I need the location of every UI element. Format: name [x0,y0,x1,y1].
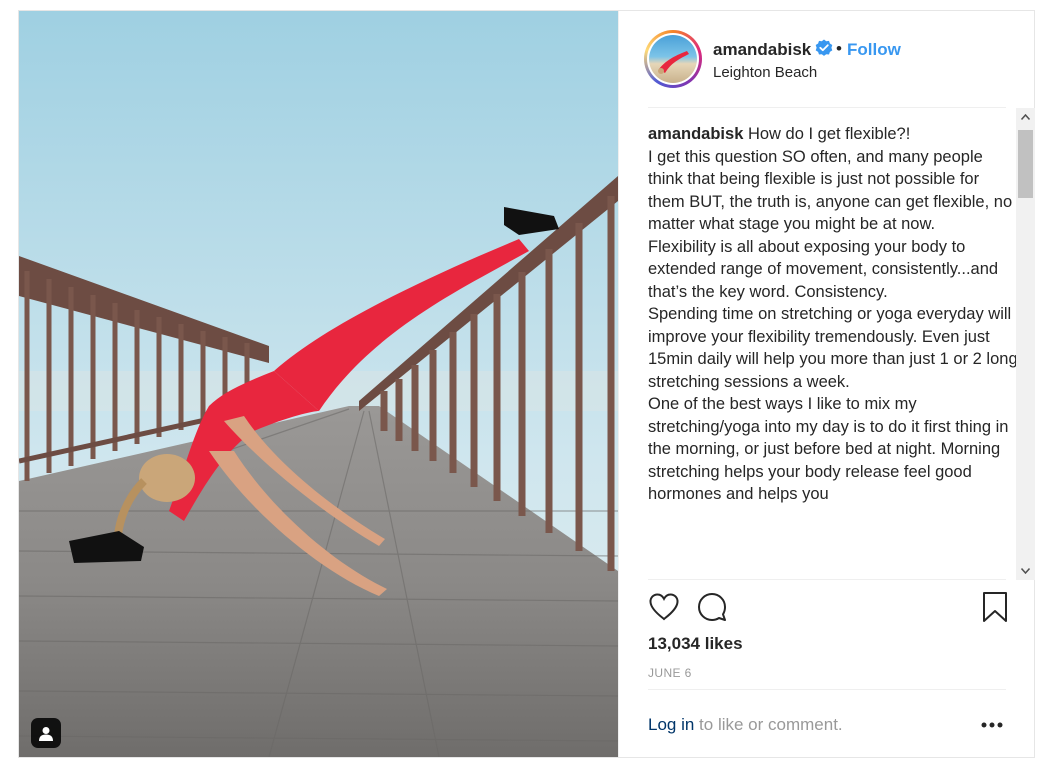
post-actions [648,591,1010,625]
login-prompt: Log in to like or comment. [648,715,843,735]
divider [648,579,1006,580]
scrollbar[interactable] [1016,108,1035,580]
post-header: amandabisk • Follow Leighton Beach [619,11,1035,107]
instagram-post: amandabisk • Follow Leighton Beach amand… [18,10,1035,758]
login-prompt-text: to like or comment. [694,715,843,734]
user-tag-icon[interactable] [31,718,61,748]
follow-button[interactable]: Follow [847,40,901,60]
post-date[interactable]: JUNE 6 [648,666,692,680]
post-sidebar: amandabisk • Follow Leighton Beach amand… [618,11,1035,757]
more-options-icon[interactable] [979,719,1005,731]
boardwalk-yoga-photo [19,11,618,757]
scroll-up-arrow-icon[interactable] [1016,108,1035,126]
avatar[interactable] [644,30,702,88]
heart-icon[interactable] [648,591,680,623]
caption-body: How do I get flexible?! I get this quest… [648,125,1018,503]
scroll-down-arrow-icon[interactable] [1016,562,1035,580]
scroll-thumb[interactable] [1018,130,1033,198]
verified-badge-icon [815,39,833,56]
bookmark-icon[interactable] [980,591,1010,623]
post-photo[interactable] [19,11,618,757]
caption-scroll-area[interactable]: amandabisk How do I get flexible?! I get… [648,123,1018,579]
caption: amandabisk How do I get flexible?! I get… [648,123,1018,506]
caption-username[interactable]: amandabisk [648,125,743,143]
likes-count[interactable]: 13,034 likes [648,634,743,654]
login-link[interactable]: Log in [648,715,694,734]
header-username[interactable]: amandabisk [713,40,811,60]
location-link[interactable]: Leighton Beach [713,64,817,81]
comment-icon[interactable] [696,591,728,623]
divider [648,689,1006,690]
divider [648,107,1006,108]
header-separator: • [836,39,842,58]
